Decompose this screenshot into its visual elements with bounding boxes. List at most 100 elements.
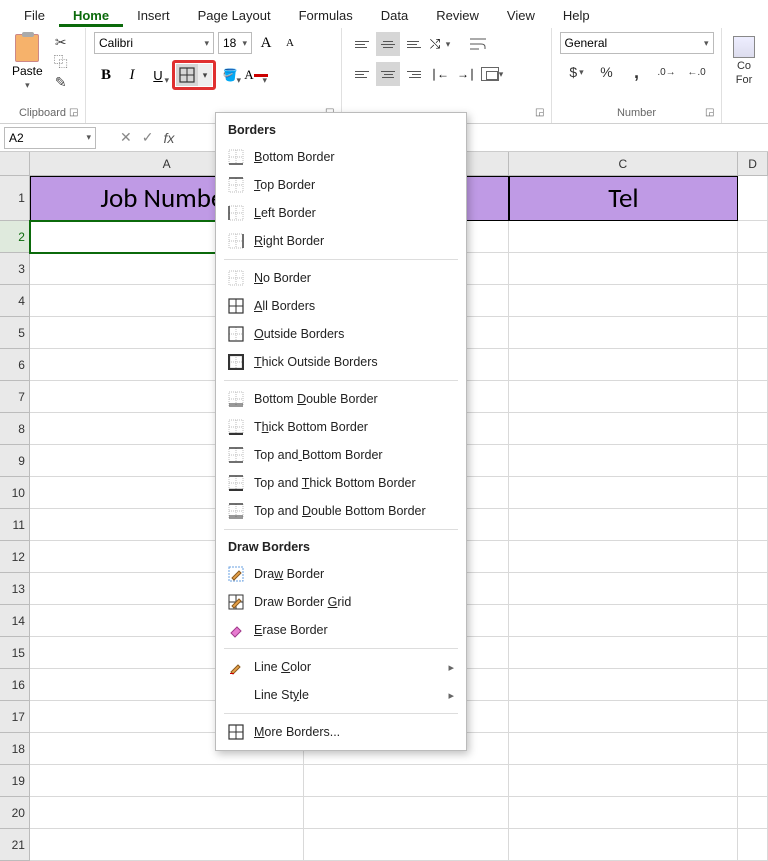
- cell[interactable]: [509, 541, 738, 573]
- cell[interactable]: [509, 413, 738, 445]
- select-all-corner[interactable]: [0, 152, 30, 176]
- menu-formulas[interactable]: Formulas: [285, 2, 367, 27]
- cell[interactable]: [509, 829, 738, 861]
- cell[interactable]: [738, 797, 768, 829]
- menu-item-top-and-thick-bottom-border[interactable]: Top and Thick Bottom Border: [216, 469, 466, 497]
- col-header-C[interactable]: C: [509, 152, 738, 176]
- cell[interactable]: [509, 797, 738, 829]
- cell[interactable]: [304, 797, 508, 829]
- menu-item-all-borders[interactable]: All Borders: [216, 292, 466, 320]
- cell[interactable]: [509, 605, 738, 637]
- borders-dropdown-button[interactable]: ▾: [198, 64, 212, 86]
- underline-button[interactable]: U▾: [146, 63, 170, 87]
- cell[interactable]: [738, 445, 768, 477]
- align-center-button[interactable]: [376, 62, 400, 86]
- menu-item-thick-bottom-border[interactable]: Thick Bottom Border: [216, 413, 466, 441]
- cut-icon[interactable]: ✂: [53, 34, 69, 50]
- row-header[interactable]: 17: [0, 701, 30, 733]
- menu-item-bottom-double-border[interactable]: Bottom Double Border: [216, 385, 466, 413]
- alignment-launcher-icon[interactable]: ◲: [535, 107, 547, 119]
- cell[interactable]: [509, 733, 738, 765]
- increase-indent-button[interactable]: →∣: [454, 62, 478, 86]
- menu-help[interactable]: Help: [549, 2, 604, 27]
- cell[interactable]: [738, 381, 768, 413]
- cell[interactable]: [509, 285, 738, 317]
- cell[interactable]: [738, 413, 768, 445]
- cell[interactable]: [509, 637, 738, 669]
- number-format-combo[interactable]: General ▾: [560, 32, 714, 54]
- menu-item-erase-border[interactable]: Erase Border: [216, 616, 466, 644]
- col-header-D[interactable]: D: [738, 152, 768, 176]
- cell[interactable]: [509, 573, 738, 605]
- menu-review[interactable]: Review: [422, 2, 493, 27]
- menu-item-right-border[interactable]: Right Border: [216, 227, 466, 255]
- row-header[interactable]: 13: [0, 573, 30, 605]
- fx-icon[interactable]: fx: [163, 130, 174, 146]
- cell[interactable]: [738, 669, 768, 701]
- cell[interactable]: [30, 765, 304, 797]
- row-header[interactable]: 20: [0, 797, 30, 829]
- menu-item-outside-borders[interactable]: Outside Borders: [216, 320, 466, 348]
- paste-dropdown-icon[interactable]: ▾: [25, 80, 30, 91]
- cell[interactable]: [738, 509, 768, 541]
- menu-item-top-and-double-bottom-border[interactable]: Top and Double Bottom Border: [216, 497, 466, 525]
- row-header[interactable]: 1: [0, 176, 30, 221]
- row-header[interactable]: 7: [0, 381, 30, 413]
- align-top-button[interactable]: [350, 32, 374, 56]
- cell[interactable]: [738, 176, 768, 221]
- cell[interactable]: [738, 541, 768, 573]
- accounting-format-button[interactable]: $▾: [564, 60, 590, 84]
- row-header[interactable]: 4: [0, 285, 30, 317]
- menu-data[interactable]: Data: [367, 2, 422, 27]
- menu-item-top-and-bottom-border[interactable]: Top and Bottom Border: [216, 441, 466, 469]
- align-left-button[interactable]: [350, 62, 374, 86]
- menu-item-top-border[interactable]: Top Border: [216, 171, 466, 199]
- row-header[interactable]: 11: [0, 509, 30, 541]
- menu-item-bottom-border[interactable]: Bottom Border: [216, 143, 466, 171]
- copy-icon[interactable]: ⿻: [53, 54, 69, 70]
- cell[interactable]: [738, 637, 768, 669]
- increase-decimal-button[interactable]: .0→: [654, 60, 680, 84]
- cell[interactable]: [509, 221, 738, 253]
- cell[interactable]: [509, 381, 738, 413]
- orientation-button[interactable]: ⤭▾: [428, 32, 452, 56]
- cell[interactable]: [738, 605, 768, 637]
- cell[interactable]: [738, 733, 768, 765]
- menu-file[interactable]: File: [10, 2, 59, 27]
- name-box[interactable]: A2 ▾: [4, 127, 96, 149]
- conditional-formatting-button[interactable]: Co For: [730, 32, 758, 90]
- cell[interactable]: [509, 701, 738, 733]
- row-header[interactable]: 2: [0, 221, 30, 253]
- row-header[interactable]: 9: [0, 445, 30, 477]
- menu-item-draw-border-grid[interactable]: Draw Border Grid: [216, 588, 466, 616]
- clipboard-launcher-icon[interactable]: ◲: [69, 107, 81, 119]
- row-header[interactable]: 10: [0, 477, 30, 509]
- cell[interactable]: [738, 829, 768, 861]
- cell[interactable]: [738, 573, 768, 605]
- decrease-font-button[interactable]: A: [280, 33, 300, 53]
- cell[interactable]: [738, 349, 768, 381]
- format-painter-icon[interactable]: ✎: [53, 74, 69, 90]
- align-middle-button[interactable]: [376, 32, 400, 56]
- paste-button[interactable]: Paste ▾: [8, 32, 47, 93]
- menu-home[interactable]: Home: [59, 2, 123, 27]
- comma-format-button[interactable]: ,: [624, 60, 650, 84]
- row-header[interactable]: 5: [0, 317, 30, 349]
- increase-font-button[interactable]: A: [256, 33, 276, 53]
- cell[interactable]: [738, 253, 768, 285]
- row-header[interactable]: 8: [0, 413, 30, 445]
- align-right-button[interactable]: [402, 62, 426, 86]
- row-header[interactable]: 15: [0, 637, 30, 669]
- decrease-decimal-button[interactable]: ←.0: [684, 60, 710, 84]
- row-header[interactable]: 6: [0, 349, 30, 381]
- row-header[interactable]: 12: [0, 541, 30, 573]
- menu-item-more-borders[interactable]: More Borders...: [216, 718, 466, 746]
- cell[interactable]: [738, 221, 768, 253]
- cell[interactable]: [509, 669, 738, 701]
- menu-insert[interactable]: Insert: [123, 2, 184, 27]
- cell[interactable]: [738, 317, 768, 349]
- cell[interactable]: [304, 765, 508, 797]
- menu-item-no-border[interactable]: No Border: [216, 264, 466, 292]
- cell[interactable]: [509, 509, 738, 541]
- cell[interactable]: [30, 829, 304, 861]
